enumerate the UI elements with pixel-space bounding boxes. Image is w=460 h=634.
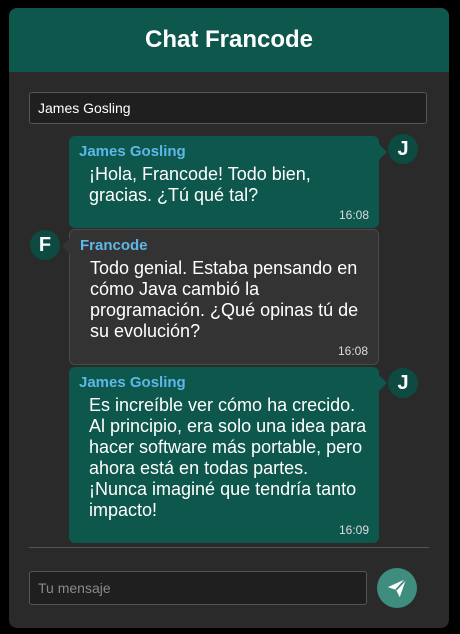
message-text: Es increíble ver cómo ha crecido. Al pri… (89, 395, 367, 520)
bubble-tail (379, 144, 387, 160)
bubble-tail (379, 375, 387, 391)
avatar: J (388, 134, 418, 164)
username-field[interactable] (29, 92, 427, 124)
avatar: F (30, 230, 60, 260)
chat-header: Chat Francode (9, 8, 449, 72)
message-input[interactable] (29, 571, 367, 605)
message-bubble: James Gosling Es increíble ver cómo ha c… (69, 367, 387, 543)
send-button[interactable] (377, 568, 417, 608)
paper-plane-icon (387, 578, 407, 598)
message-sender: James Gosling (79, 143, 186, 160)
avatar-initial: J (397, 371, 409, 394)
bubble-tail (62, 238, 70, 254)
message-sender: Francode (80, 237, 148, 254)
chat-title: Chat Francode (144, 26, 314, 53)
message-time: 16:08 (338, 208, 369, 222)
composer-divider (29, 547, 429, 548)
message-text: Todo genial. Estaba pensando en cómo Jav… (90, 258, 359, 341)
message-bubble: James Gosling ¡Hola, Francode! Todo bien… (69, 136, 387, 228)
avatar-initial: F (38, 233, 52, 256)
avatar: J (388, 368, 418, 398)
message-bubble: Francode Todo genial. Estaba pensando en… (62, 229, 379, 365)
avatar-initial: J (397, 137, 409, 160)
chat-window: Chat Francode James Gosling ¡Hola, Franc… (9, 8, 449, 628)
message-time: 16:09 (338, 523, 369, 537)
message-sender: James Gosling (79, 374, 186, 391)
message-text: ¡Hola, Francode! Todo bien, gracias. ¿Tú… (89, 164, 311, 205)
message-time: 16:08 (337, 344, 368, 358)
